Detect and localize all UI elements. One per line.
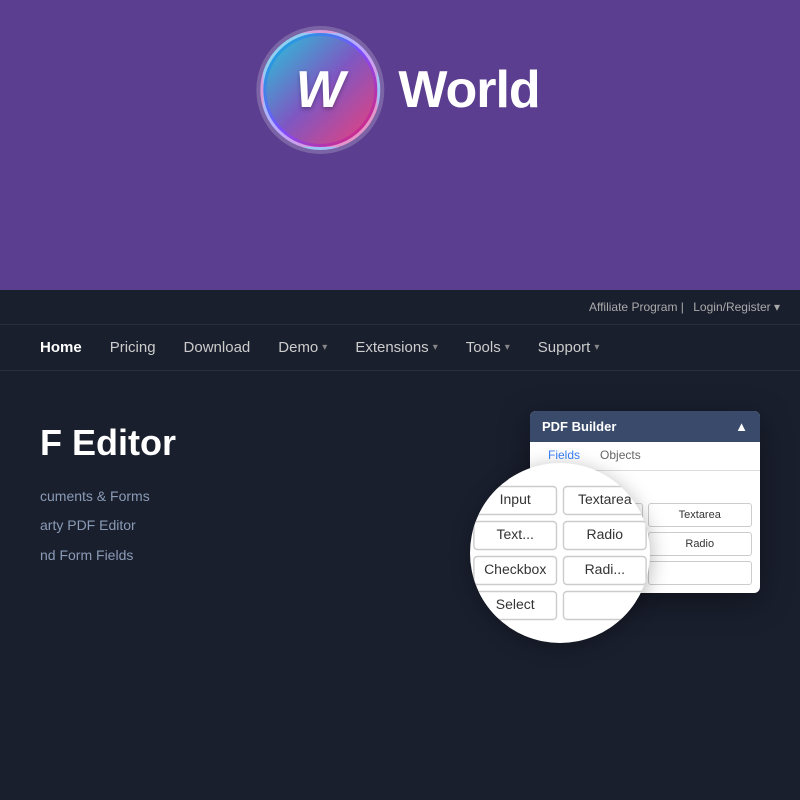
hero-title: F Editor (40, 421, 490, 464)
pdf-builder-collapse-icon[interactable]: ▲ (735, 419, 748, 434)
magnify-btn-input[interactable]: Input (473, 486, 557, 515)
magnify-content: Input Textarea Text... Radio Checkbox Ra… (470, 475, 650, 632)
field-btn-empty[interactable] (648, 561, 753, 585)
brand-name: World (398, 60, 539, 120)
hero-title-line1: F Editor (40, 422, 176, 463)
hero-text: F Editor cuments & Forms arty PDF Editor… (40, 411, 490, 572)
subtitle-line-2: arty PDF Editor (40, 513, 490, 538)
magnify-btn-textarea[interactable]: Textarea (563, 486, 647, 515)
main-panel: Affiliate Program | Login/Register ▾ Hom… (0, 290, 800, 800)
magnify-btn-radi[interactable]: Radi... (563, 556, 647, 585)
nav-demo[interactable]: Demo ▾ (278, 339, 327, 356)
chevron-down-icon: ▾ (594, 342, 599, 353)
content-area: F Editor cuments & Forms arty PDF Editor… (0, 371, 800, 633)
nav-tools[interactable]: Tools ▾ (466, 339, 510, 356)
topbar-links: Affiliate Program | Login/Register ▾ (589, 300, 780, 314)
magnify-btn-select[interactable]: Select (473, 591, 557, 620)
login-link[interactable]: Login/Register ▾ (693, 300, 780, 314)
chevron-down-icon: ▾ (505, 342, 510, 353)
logo-area: W World (260, 30, 539, 150)
logo-circle: W (260, 30, 380, 150)
pdf-builder-title: PDF Builder (542, 419, 616, 434)
affiliate-link[interactable]: Affiliate Program | (589, 300, 684, 314)
magnify-btn-text[interactable]: Text... (473, 521, 557, 550)
magnify-btn-empty (563, 591, 647, 620)
nav-support[interactable]: Support ▾ (538, 339, 600, 356)
field-btn-textarea[interactable]: Textarea (648, 503, 753, 527)
magnify-grid: Input Textarea Text... Radio Checkbox Ra… (470, 475, 650, 632)
pdf-builder-container: PDF Builder ▲ Fields Objects Fields: Inp… (530, 411, 760, 593)
pdf-builder-header: PDF Builder ▲ (530, 411, 760, 442)
logo-icon: W (296, 64, 345, 116)
hero-subtitle: cuments & Forms arty PDF Editor nd Form … (40, 484, 490, 568)
nav-download[interactable]: Download (184, 339, 251, 356)
subtitle-line-1: cuments & Forms (40, 484, 490, 509)
magnify-circle: Input Textarea Text... Radio Checkbox Ra… (470, 463, 650, 643)
magnify-btn-radio[interactable]: Radio (563, 521, 647, 550)
nav-pricing[interactable]: Pricing (110, 339, 156, 356)
top-bar: Affiliate Program | Login/Register ▾ (0, 290, 800, 325)
subtitle-line-3: nd Form Fields (40, 543, 490, 568)
chevron-down-icon: ▾ (322, 342, 327, 353)
chevron-down-icon: ▾ (433, 342, 438, 353)
nav-home[interactable]: Home (40, 339, 82, 356)
magnify-btn-checkbox[interactable]: Checkbox (473, 556, 557, 585)
pdf-tab-objects[interactable]: Objects (590, 442, 651, 470)
nav-extensions[interactable]: Extensions ▾ (355, 339, 437, 356)
field-btn-radio[interactable]: Radio (648, 532, 753, 556)
nav-bar: Home Pricing Download Demo ▾ Extensions … (0, 325, 800, 371)
